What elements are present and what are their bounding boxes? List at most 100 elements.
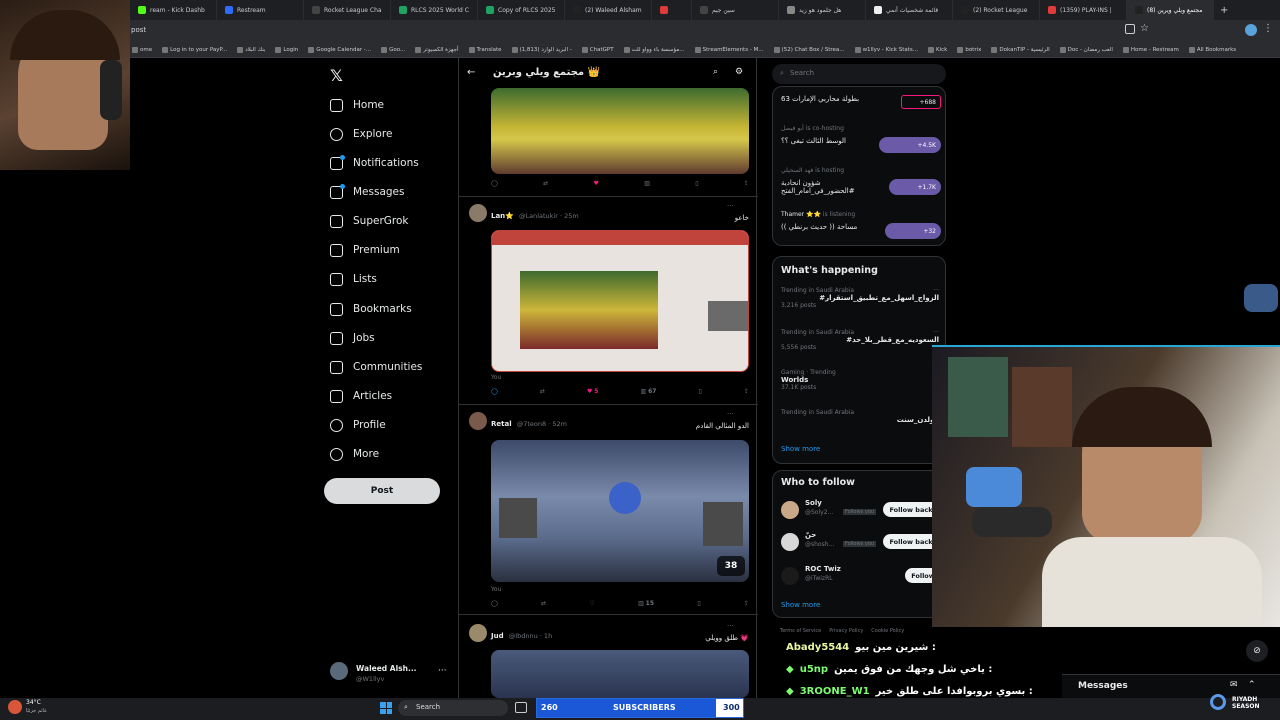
bookmark-item[interactable]: أجهزة الكمبيوتر (415, 46, 459, 53)
reply-icon[interactable]: ◯ (491, 388, 498, 395)
like-icon[interactable]: ♥ 5 (587, 388, 598, 395)
bookmark-item[interactable]: (52) Chat Box / Strea... (773, 46, 845, 53)
settings-gear-icon[interactable]: ⚙ (735, 67, 743, 77)
browser-tab[interactable]: مجتمع ويلي ويرين (8) (1127, 0, 1214, 20)
space-listeners[interactable]: +1.7K (889, 179, 941, 195)
post-more-icon[interactable]: ··· (727, 410, 734, 418)
trend-item[interactable]: Trending in Saudi Arabia #السعوديه_مع_قطر… (781, 329, 939, 351)
post-author-name[interactable]: Lan⭐ (491, 212, 514, 220)
space-listeners[interactable]: +4.5K (879, 137, 941, 153)
follow-button[interactable]: Follow back (883, 502, 939, 517)
bookmark-item[interactable]: All Bookmarks (1188, 46, 1236, 53)
sidebar-item-articles[interactable]: Articles (330, 387, 392, 405)
windows-start-icon[interactable] (380, 702, 392, 714)
post-video[interactable]: 38 (491, 440, 749, 582)
trend-more-icon[interactable]: ··· (933, 329, 939, 336)
follow-button[interactable]: Follow back (883, 534, 939, 549)
follow-avatar[interactable] (781, 501, 799, 519)
space-title[interactable]: مساحة (( حديث برنطي )) (781, 223, 885, 231)
like-icon[interactable]: ♡ (589, 600, 594, 607)
like-icon[interactable]: ♥ (593, 180, 598, 187)
address-bar[interactable]: post ☆ ⋮ (0, 20, 1280, 42)
trend-more-icon[interactable]: ··· (933, 287, 939, 294)
views-icon[interactable]: ▥ (644, 180, 650, 187)
browser-tab[interactable]: Rocket League Cha (304, 0, 391, 20)
post-more-icon[interactable]: ··· (727, 202, 734, 210)
back-arrow-icon[interactable]: ← (467, 67, 475, 78)
messages-drawer[interactable]: Messages ✉ ⌃ (1062, 674, 1280, 698)
follow-avatar[interactable] (781, 533, 799, 551)
post-more-icon[interactable]: ··· (727, 622, 734, 630)
repost-icon[interactable]: ⇄ (541, 600, 546, 607)
browser-tab[interactable]: هل جلمود هو زيد (779, 0, 866, 20)
post-author-name[interactable]: Jud (491, 632, 504, 640)
follow-name[interactable]: حنّ (805, 531, 816, 539)
bookmark-item[interactable]: Login (275, 46, 298, 53)
new-tab-icon[interactable]: + (1220, 5, 1228, 16)
space-title[interactable]: بطولة محاربي الإمارات 63 (781, 95, 891, 103)
bookmark-item[interactable]: botrix (957, 46, 981, 53)
bookmark-item[interactable]: Translate (468, 46, 502, 53)
sidebar-item-communities[interactable]: Communities (330, 358, 422, 376)
bookmark-item[interactable]: ChatGPT (581, 46, 614, 53)
task-view-icon[interactable] (515, 702, 527, 713)
grok-fab-icon[interactable]: ⊘ (1246, 640, 1268, 662)
follow-avatar[interactable] (781, 567, 799, 585)
space-listeners[interactable]: +32 (885, 223, 941, 239)
bookmark-item[interactable]: Kick (927, 46, 947, 53)
post-author-name[interactable]: Retal (491, 420, 512, 428)
post-image[interactable] (491, 88, 749, 174)
account-more-icon[interactable]: ··· (438, 666, 447, 676)
account-name[interactable]: Waleed Alsh... (356, 664, 417, 673)
bookmark-item[interactable]: Doc - العب رمضان (1059, 46, 1113, 53)
sidebar-item-jobs[interactable]: Jobs (330, 329, 375, 347)
browser-tab[interactable]: Copy of RLCS 2025 (478, 0, 565, 20)
sidebar-item-premium[interactable]: Premium (330, 241, 400, 259)
sidebar-item-lists[interactable]: Lists (330, 270, 377, 288)
weather-icon[interactable] (8, 700, 22, 714)
space-title[interactable]: الوسط الثالث تبغى ؟؟ (781, 137, 891, 145)
cast-icon[interactable] (1125, 24, 1135, 34)
sidebar-item-notifications[interactable]: Notifications (330, 154, 419, 172)
bookmark-item[interactable]: (1,813) البريد الوارد - (511, 46, 572, 53)
bookmark-icon[interactable]: ▯ (695, 180, 698, 187)
footer-link[interactable]: Cookie Policy (871, 628, 904, 634)
post-avatar[interactable] (469, 412, 487, 430)
footer-link[interactable]: Privacy Policy (829, 628, 863, 634)
sidebar-item-messages[interactable]: Messages (330, 183, 405, 201)
bookmark-icon[interactable]: ▯ (699, 388, 702, 395)
taskbar-search-input[interactable]: ⌕ Search (398, 700, 508, 716)
share-icon[interactable]: ⇪ (744, 180, 749, 187)
bookmark-item[interactable]: w1llyv - Kick Stats... (854, 46, 918, 53)
search-input[interactable]: ⌕ Search (772, 64, 946, 84)
browser-tab[interactable]: Restream (217, 0, 304, 20)
browser-tab[interactable]: (2) Rocket League (953, 0, 1040, 20)
space-title[interactable]: شؤون انحادية #الحضور_في_امام_الفتح (781, 179, 891, 195)
bookmark-item[interactable]: StreamElements - M... (694, 46, 764, 53)
menu-dots-icon[interactable]: ⋮ (1263, 23, 1273, 34)
sidebar-item-explore[interactable]: Explore (330, 125, 392, 143)
sidebar-item-bookmarks[interactable]: Bookmarks (330, 300, 412, 318)
views-icon[interactable]: ▥ 67 (641, 388, 657, 395)
share-icon[interactable]: ⇪ (744, 600, 749, 607)
show-more-link[interactable]: Show more (781, 445, 820, 453)
post-button[interactable]: Post (324, 478, 440, 504)
trend-item[interactable]: Trending in Saudi Arabiaفولدن_سنت··· (781, 409, 939, 424)
star-icon[interactable]: ☆ (1140, 23, 1149, 34)
compose-icon[interactable]: ✉ (1230, 680, 1238, 690)
search-icon[interactable]: ⌕ (713, 67, 718, 77)
bookmark-item[interactable]: ome (132, 46, 152, 53)
post-avatar[interactable] (469, 204, 487, 222)
trend-item[interactable]: Gaming · TrendingWorlds37.1K posts··· (781, 369, 939, 391)
follow-name[interactable]: ROC Twiz (805, 565, 841, 573)
bookmark-item[interactable]: Goo... (381, 46, 405, 53)
share-icon[interactable]: ⇪ (744, 388, 749, 395)
sidebar-item-home[interactable]: Home (330, 96, 384, 114)
bookmark-item[interactable]: Log in to your PayP... (162, 46, 227, 53)
repost-icon[interactable]: ⇄ (543, 180, 548, 187)
reply-icon[interactable]: ◯ (491, 180, 498, 187)
sidebar-item-supergrok[interactable]: SuperGrok (330, 212, 409, 230)
browser-tab[interactable]: ream - Kick Dashb (130, 0, 217, 20)
browser-tab[interactable] (652, 0, 692, 20)
sidebar-item-more[interactable]: More (330, 445, 379, 463)
